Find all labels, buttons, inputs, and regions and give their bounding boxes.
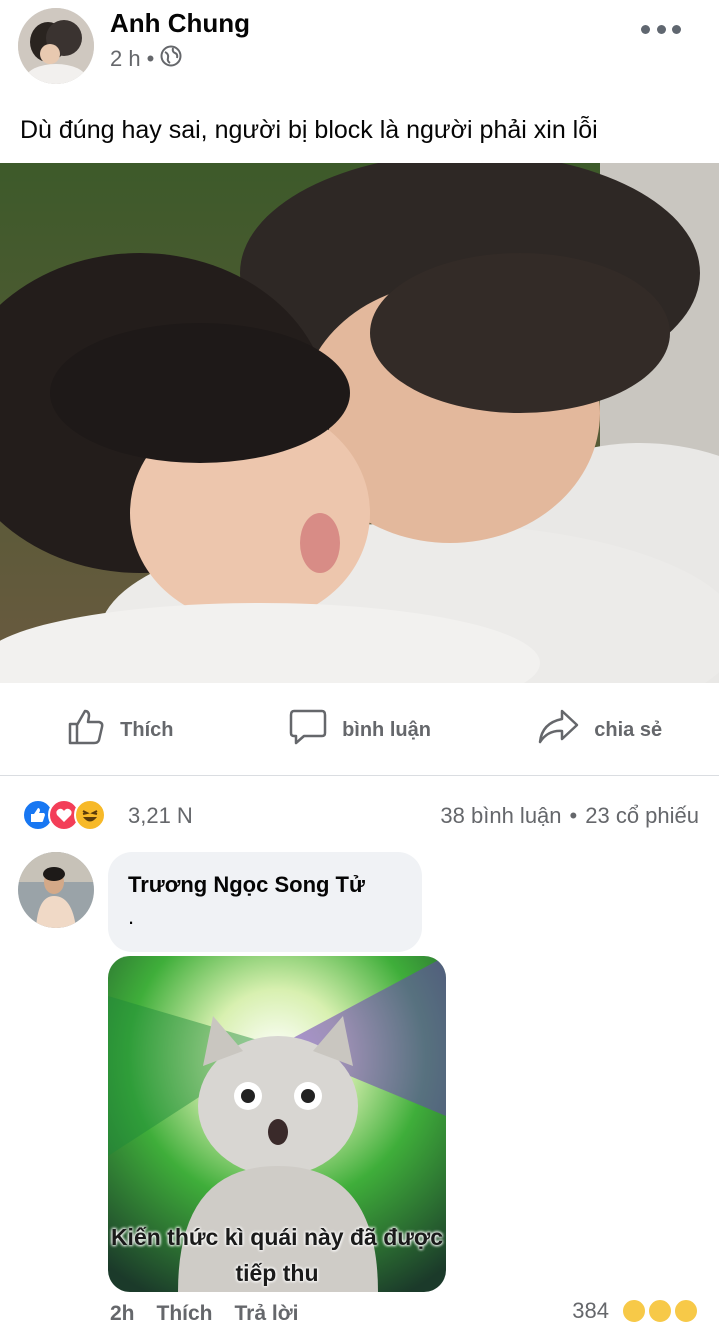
share-count[interactable]: 23 cổ phiếu (585, 803, 699, 829)
comment-footer: 2h Thích Trả lời (110, 1302, 298, 1326)
commenter-avatar[interactable] (18, 852, 94, 928)
stats-right: 38 bình luận • 23 cổ phiếu (440, 803, 699, 829)
comment-like-button[interactable]: Thích (157, 1302, 213, 1326)
meta-separator: • (146, 46, 155, 71)
author-name[interactable]: Anh Chung (110, 8, 250, 39)
stats-separator: • (569, 803, 578, 828)
comment-sticker-image[interactable]: Kiến thức kì quái này đã được tiếp thu (108, 956, 446, 1292)
reaction-count[interactable]: 3,21 N (128, 803, 193, 829)
divider (0, 775, 719, 776)
comment-button[interactable]: bình luận (240, 690, 480, 770)
comment-bubble[interactable]: Trương Ngọc Song Tử . (108, 852, 422, 952)
post-photo[interactable] (0, 163, 719, 683)
dot-icon (656, 24, 666, 34)
sad-reaction-icon (673, 1298, 699, 1324)
comment-count[interactable]: 38 bình luận (440, 803, 561, 829)
post-actions: Thích bình luận chia sẻ (0, 690, 719, 770)
post-time[interactable]: 2 h (110, 46, 141, 72)
comment-time: 2h (110, 1302, 135, 1325)
like-button[interactable]: Thích (0, 690, 240, 770)
post-text: Dù đúng hay sai, người bị block là người… (20, 116, 598, 144)
haha-reaction-icon (621, 1298, 647, 1324)
wow-reaction-icon (647, 1298, 673, 1324)
author-avatar[interactable] (18, 8, 94, 84)
comment-reaction-count: 384 (572, 1298, 609, 1323)
sticker-caption-line2: tiếp thu (235, 1260, 319, 1286)
comment-reply-button[interactable]: Trả lời (235, 1302, 299, 1326)
comment-reactions[interactable]: 384 (572, 1298, 699, 1324)
like-label: Thích (120, 718, 174, 741)
share-icon (536, 707, 580, 753)
thumbs-up-icon (66, 707, 106, 753)
dot-icon (641, 24, 650, 34)
more-options-button[interactable] (641, 18, 681, 40)
commenter-name[interactable]: Trương Ngọc Song Tử (128, 872, 402, 898)
reaction-icons[interactable] (22, 799, 106, 831)
post-stats: 3,21 N 38 bình luận • 23 cổ phiếu (0, 795, 719, 837)
haha-reaction-icon (74, 799, 106, 831)
comment-label: bình luận (342, 718, 431, 741)
dot-icon (672, 24, 681, 34)
globe-icon (160, 45, 182, 73)
share-label: chia sẻ (594, 718, 663, 741)
comment-text: . (128, 904, 135, 929)
post-header: Anh Chung 2 h • (0, 0, 719, 100)
sticker-caption-line1: Kiến thức kì quái này đã được (110, 1224, 444, 1250)
post-meta: 2 h • (110, 45, 182, 73)
share-button[interactable]: chia sẻ (479, 690, 719, 770)
comment-icon (288, 707, 328, 753)
